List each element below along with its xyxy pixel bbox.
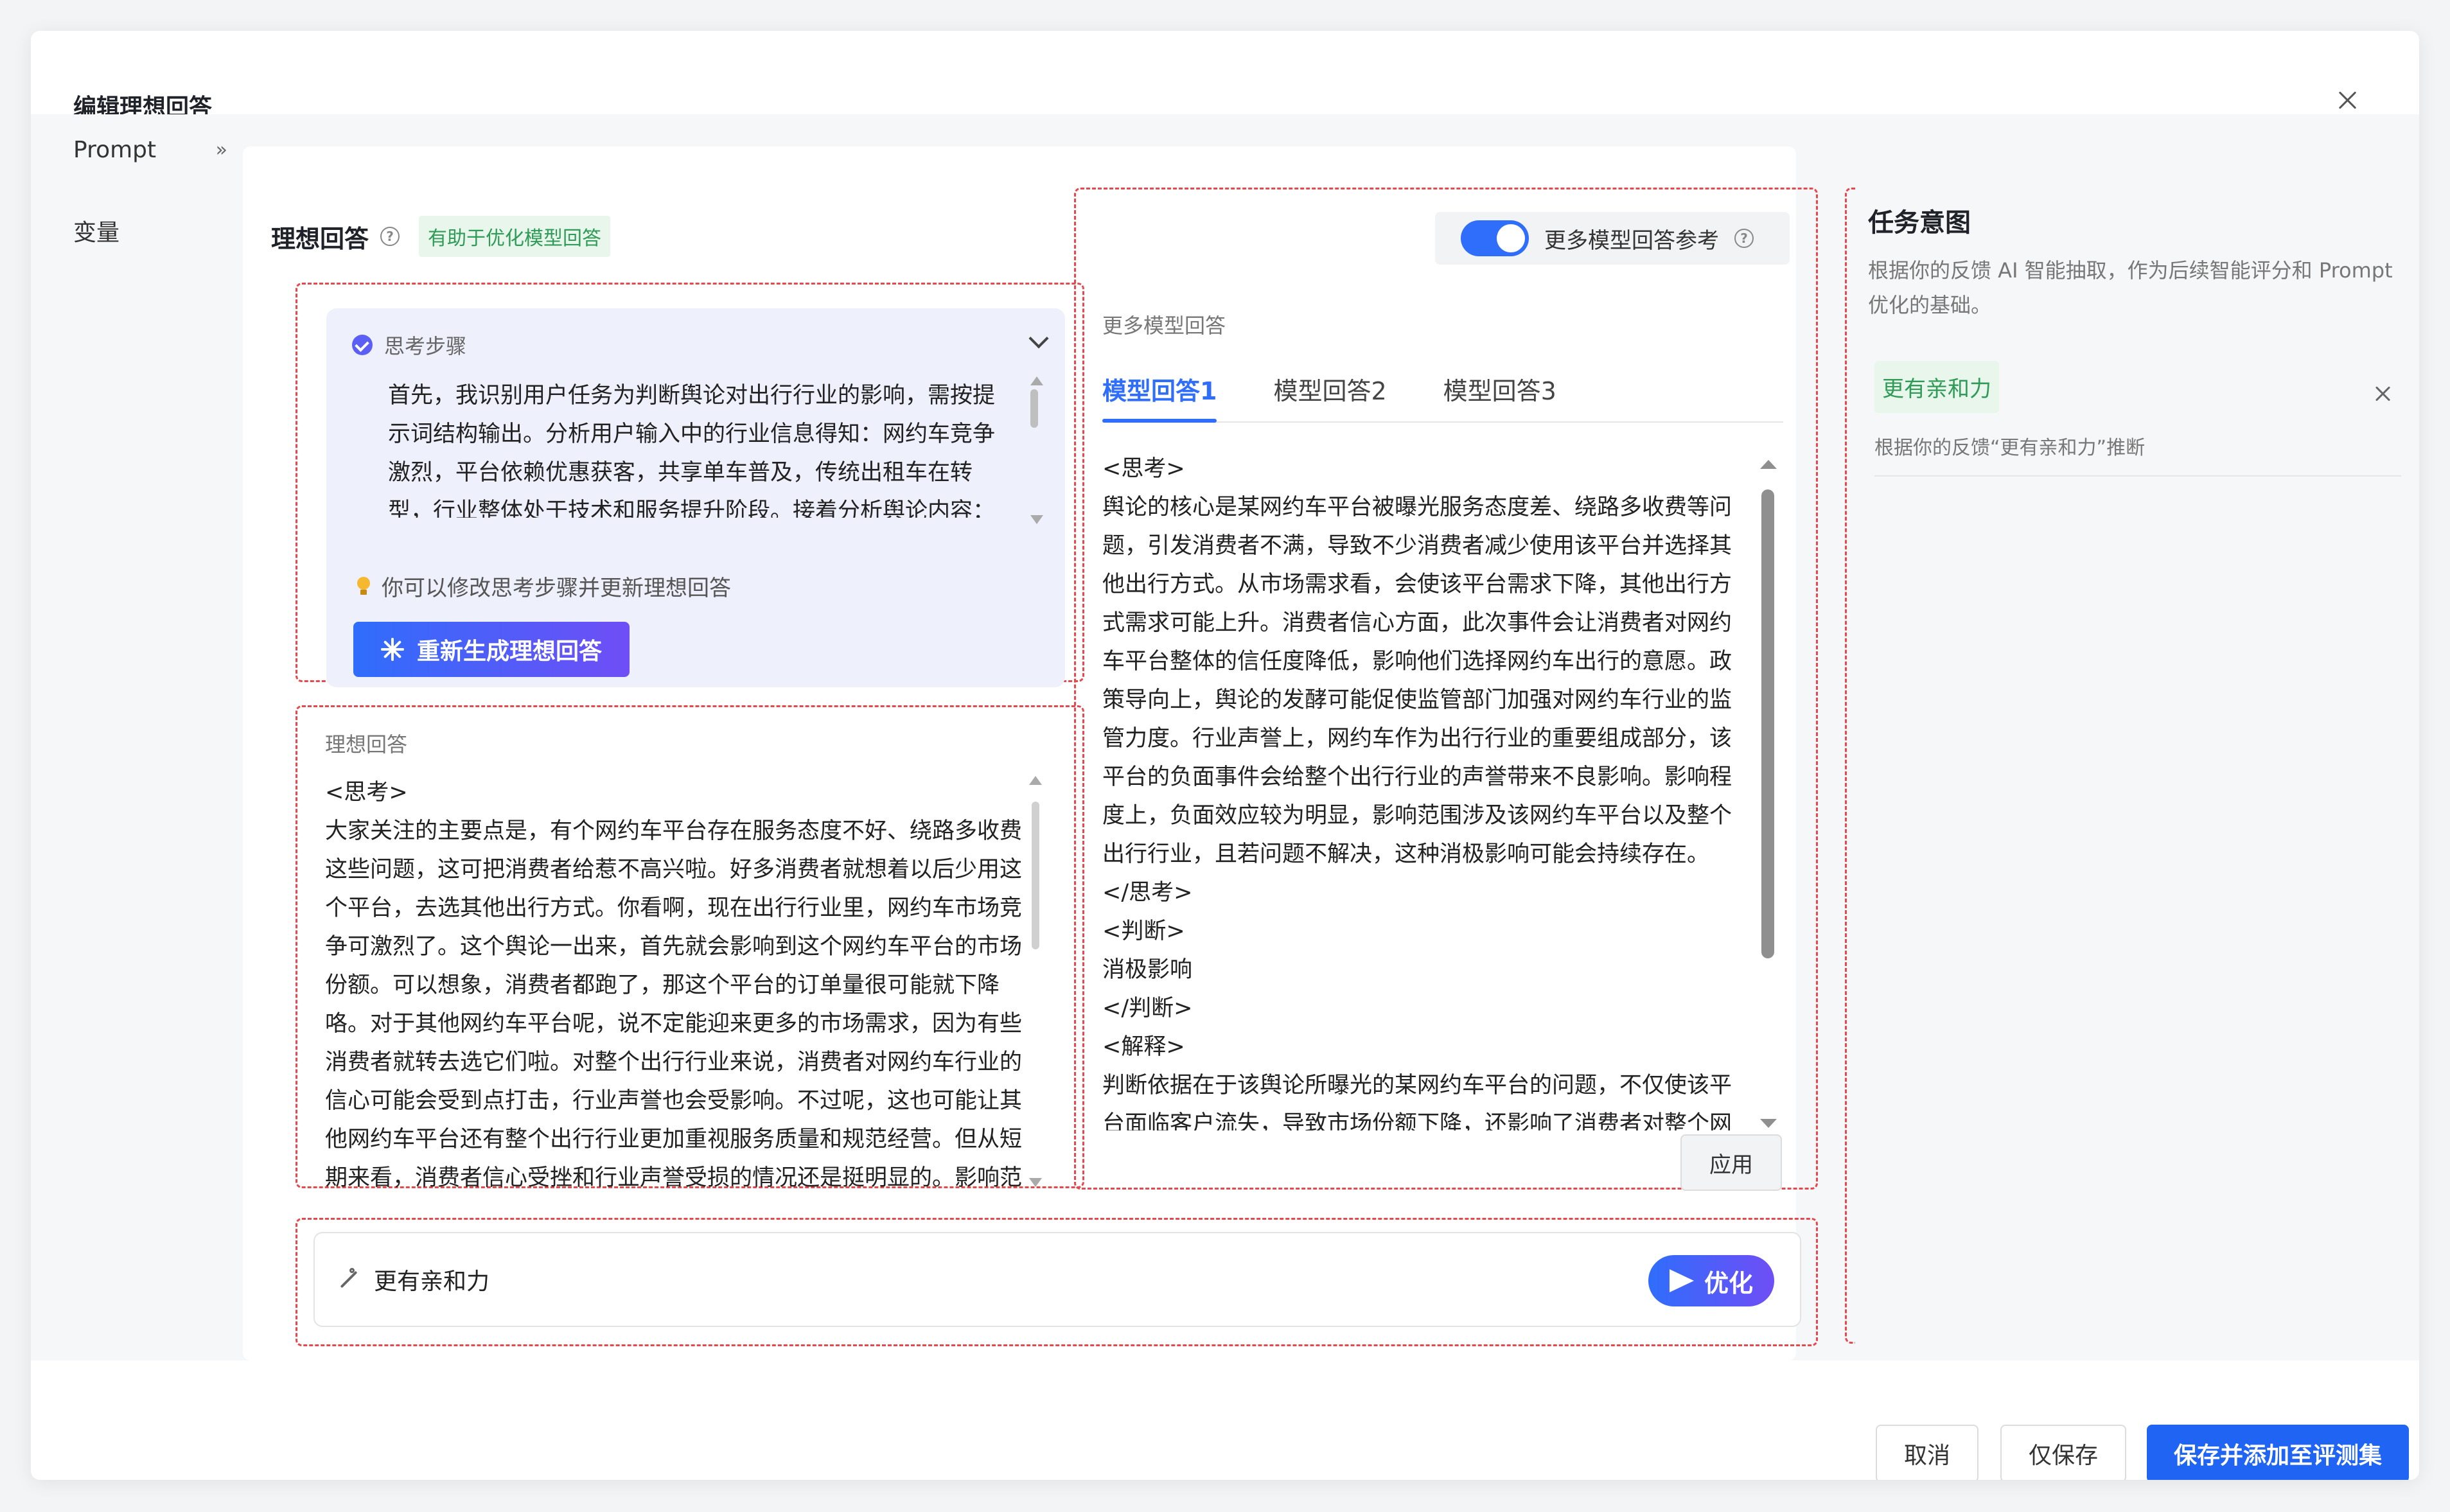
edit-steps-tip: 你可以修改思考步骤并更新理想回答 xyxy=(356,570,731,602)
scroll-down-icon[interactable] xyxy=(1760,1119,1777,1128)
scroll-up-icon[interactable] xyxy=(1030,376,1043,385)
save-and-add-button[interactable]: 保存并添加至评测集 xyxy=(2147,1425,2409,1480)
tab-model-1[interactable]: 模型回答1 xyxy=(1102,355,1217,423)
optimize-button-label: 优化 xyxy=(1704,1269,1753,1297)
chevron-down-icon[interactable] xyxy=(1028,328,1049,349)
optimize-input-value[interactable]: 更有亲和力 xyxy=(374,1263,489,1296)
sidebar-item-variables[interactable]: 变量 xyxy=(73,208,240,253)
help-icon[interactable]: ? xyxy=(380,227,400,246)
thinking-steps-header[interactable]: 思考步骤 xyxy=(352,330,466,360)
optimize-button[interactable]: 优化 xyxy=(1648,1255,1774,1306)
edit-ideal-answer-dialog: 编辑理想回答 Prompt » 变量 理想回答 ? 有助于优化模型回答 思考步骤… xyxy=(31,31,2419,1480)
scroll-thumb[interactable] xyxy=(1761,489,1774,958)
model-answer-line: <判断> xyxy=(1102,919,1185,944)
toggle-label: 更多模型回答参考 xyxy=(1544,227,1719,254)
model-answer-line: 消极影响 xyxy=(1102,957,1193,983)
scroll-thumb[interactable] xyxy=(1032,802,1039,949)
intent-item: 更有亲和力 根据你的反馈“更有亲和力”推断 xyxy=(1874,361,2401,477)
tab-model-3[interactable]: 模型回答3 xyxy=(1443,355,1556,421)
help-icon[interactable]: ? xyxy=(1734,229,1754,248)
bulb-icon xyxy=(356,576,371,596)
thinking-steps-title: 思考步骤 xyxy=(384,334,467,358)
sidebar-item-label: Prompt xyxy=(73,136,157,163)
model-answer-line: </思考> xyxy=(1102,880,1193,906)
send-icon xyxy=(1669,1269,1694,1292)
intent-description: 根据你的反馈 AI 智能抽取，作为后续智能评分和 Prompt 优化的基础。 xyxy=(1868,258,2393,317)
model-tabs: 模型回答1 模型回答2 模型回答3 xyxy=(1102,355,1783,423)
close-icon[interactable] xyxy=(2370,382,2396,407)
ideal-answer-header: 理想回答 ? 有助于优化模型回答 xyxy=(271,216,611,257)
model-answer-line: </判断> xyxy=(1102,996,1193,1021)
tip-text: 你可以修改思考步骤并更新理想回答 xyxy=(382,576,731,601)
thinking-steps-panel: 思考步骤 首先，我识别用户任务为判断舆论对出行行业的影响，需按提示词结构输出。分… xyxy=(326,308,1065,687)
more-models-toggle[interactable] xyxy=(1461,220,1529,256)
model-answer-line: 舆论的核心是某网约车平台被曝光服务态度差、绕路多收费等问题，引发消费者不满，导致… xyxy=(1102,495,1732,867)
close-icon[interactable] xyxy=(2332,85,2363,116)
double-chevron-right-icon: » xyxy=(215,138,227,161)
intent-title: 任务意图 xyxy=(1868,208,1971,238)
answer-scrollbar[interactable] xyxy=(1028,776,1043,1187)
intent-tag: 更有亲和力 xyxy=(1874,361,1999,413)
save-only-button[interactable]: 仅保存 xyxy=(2000,1425,2126,1480)
sidebar-item-label: 变量 xyxy=(73,220,120,246)
wand-icon xyxy=(335,1267,361,1292)
model-scrollbar[interactable] xyxy=(1759,460,1777,1128)
tab-model-2[interactable]: 模型回答2 xyxy=(1273,355,1386,421)
cancel-button[interactable]: 取消 xyxy=(1876,1425,1979,1480)
optimize-input[interactable]: 更有亲和力 优化 xyxy=(313,1232,1801,1327)
sidebar-item-prompt[interactable]: Prompt » xyxy=(73,127,240,172)
scroll-up-icon[interactable] xyxy=(1760,460,1777,469)
helpful-tag: 有助于优化模型回答 xyxy=(419,216,611,257)
regenerate-label: 重新生成理想回答 xyxy=(416,638,602,665)
check-circle-icon xyxy=(352,335,373,355)
steps-scrollbar[interactable] xyxy=(1029,376,1043,524)
side-nav: Prompt » 变量 xyxy=(73,127,240,289)
regenerate-button[interactable]: 重新生成理想回答 xyxy=(353,622,630,677)
ideal-answer-text[interactable]: <思考> 大家关注的主要点是，有个网约车平台存在服务态度不好、绕路多收费这些问题… xyxy=(325,773,1025,1191)
model-answer-line: 判断依据在于该舆论所曝光的某网约车平台的问题，不仅使该平台面临客户流失，导致市场… xyxy=(1102,1073,1732,1130)
thinking-steps-text[interactable]: 首先，我识别用户任务为判断舆论对出行行业的影响，需按提示词结构输出。分析用户输入… xyxy=(388,376,998,518)
scroll-thumb[interactable] xyxy=(1030,389,1038,428)
ideal-answer-title: 理想回答 xyxy=(271,224,369,253)
answer-line: <思考> xyxy=(325,780,408,805)
sparkle-icon xyxy=(380,638,404,661)
scroll-down-icon[interactable] xyxy=(1030,515,1043,524)
intent-source: 根据你的反馈“更有亲和力”推断 xyxy=(1874,437,2146,459)
model-answer-text[interactable]: <思考> 舆论的核心是某网约车平台被曝光服务态度差、绕路多收费等问题，引发消费者… xyxy=(1102,450,1745,1130)
more-models-label: 更多模型回答 xyxy=(1102,313,1226,338)
task-intent-panel: 任务意图 根据你的反馈 AI 智能抽取，作为后续智能评分和 Prompt 优化的… xyxy=(1855,188,2419,1344)
answer-line: 大家关注的主要点是，有个网约车平台存在服务态度不好、绕路多收费这些问题，这可把消… xyxy=(325,818,1023,1191)
scroll-down-icon[interactable] xyxy=(1029,1178,1042,1187)
answer-label: 理想回答 xyxy=(325,732,408,757)
apply-button[interactable]: 应用 xyxy=(1680,1134,1782,1191)
scroll-up-icon[interactable] xyxy=(1029,776,1042,785)
model-answer-line: <解释> xyxy=(1102,1034,1185,1060)
more-models-toggle-bar: 更多模型回答参考 ? xyxy=(1435,212,1790,265)
model-answer-line: <思考> xyxy=(1102,456,1185,482)
